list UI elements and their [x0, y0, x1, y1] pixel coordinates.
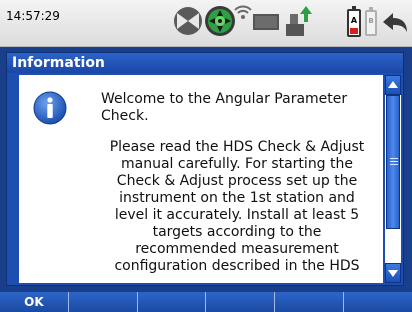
softkey-4[interactable]: [206, 292, 276, 312]
dialog-message: Welcome to the Angular Parameter Check. …: [101, 91, 373, 275]
information-dialog: Information Welcome to the Angular Param…: [6, 52, 404, 286]
status-bar: 14:57:29 A B: [0, 0, 412, 47]
info-icon: [33, 91, 67, 125]
softkey-6[interactable]: [344, 292, 412, 312]
battery-a-level-bar: [350, 28, 358, 34]
scroll-up-button[interactable]: [385, 75, 401, 95]
dialog-message-area[interactable]: Welcome to the Angular Parameter Check. …: [19, 75, 383, 283]
signal-icon[interactable]: [234, 4, 252, 22]
message-paragraph-1: Welcome to the Angular Parameter Check.: [101, 91, 348, 124]
scroll-down-button[interactable]: [385, 263, 401, 283]
target-lock-icon[interactable]: [203, 4, 237, 38]
communication-off-icon[interactable]: [172, 5, 204, 37]
vertical-scrollbar[interactable]: [385, 75, 401, 283]
message-paragraph-2: Please read the HDS Check & Adjust manua…: [109, 139, 365, 274]
usb-transfer-icon[interactable]: [284, 4, 314, 38]
softkey-ok[interactable]: OK: [0, 292, 69, 312]
back-icon[interactable]: [380, 8, 410, 38]
softkey-5[interactable]: [275, 292, 345, 312]
battery-b-label: B: [368, 17, 374, 25]
arrow-up-icon: [388, 81, 398, 88]
dialog-title: Information: [7, 53, 403, 73]
softkey-2[interactable]: [69, 292, 138, 312]
battery-b-icon[interactable]: B: [365, 7, 377, 36]
battery-a-label: A: [350, 16, 358, 25]
scroll-thumb[interactable]: [386, 95, 400, 229]
clock-time: 14:57:29: [6, 9, 60, 23]
arrow-down-icon: [388, 270, 398, 277]
softkey-bar: OK: [0, 292, 412, 312]
softkey-3[interactable]: [138, 292, 207, 312]
battery-a-icon[interactable]: A: [347, 6, 361, 37]
card-icon[interactable]: [252, 12, 280, 32]
